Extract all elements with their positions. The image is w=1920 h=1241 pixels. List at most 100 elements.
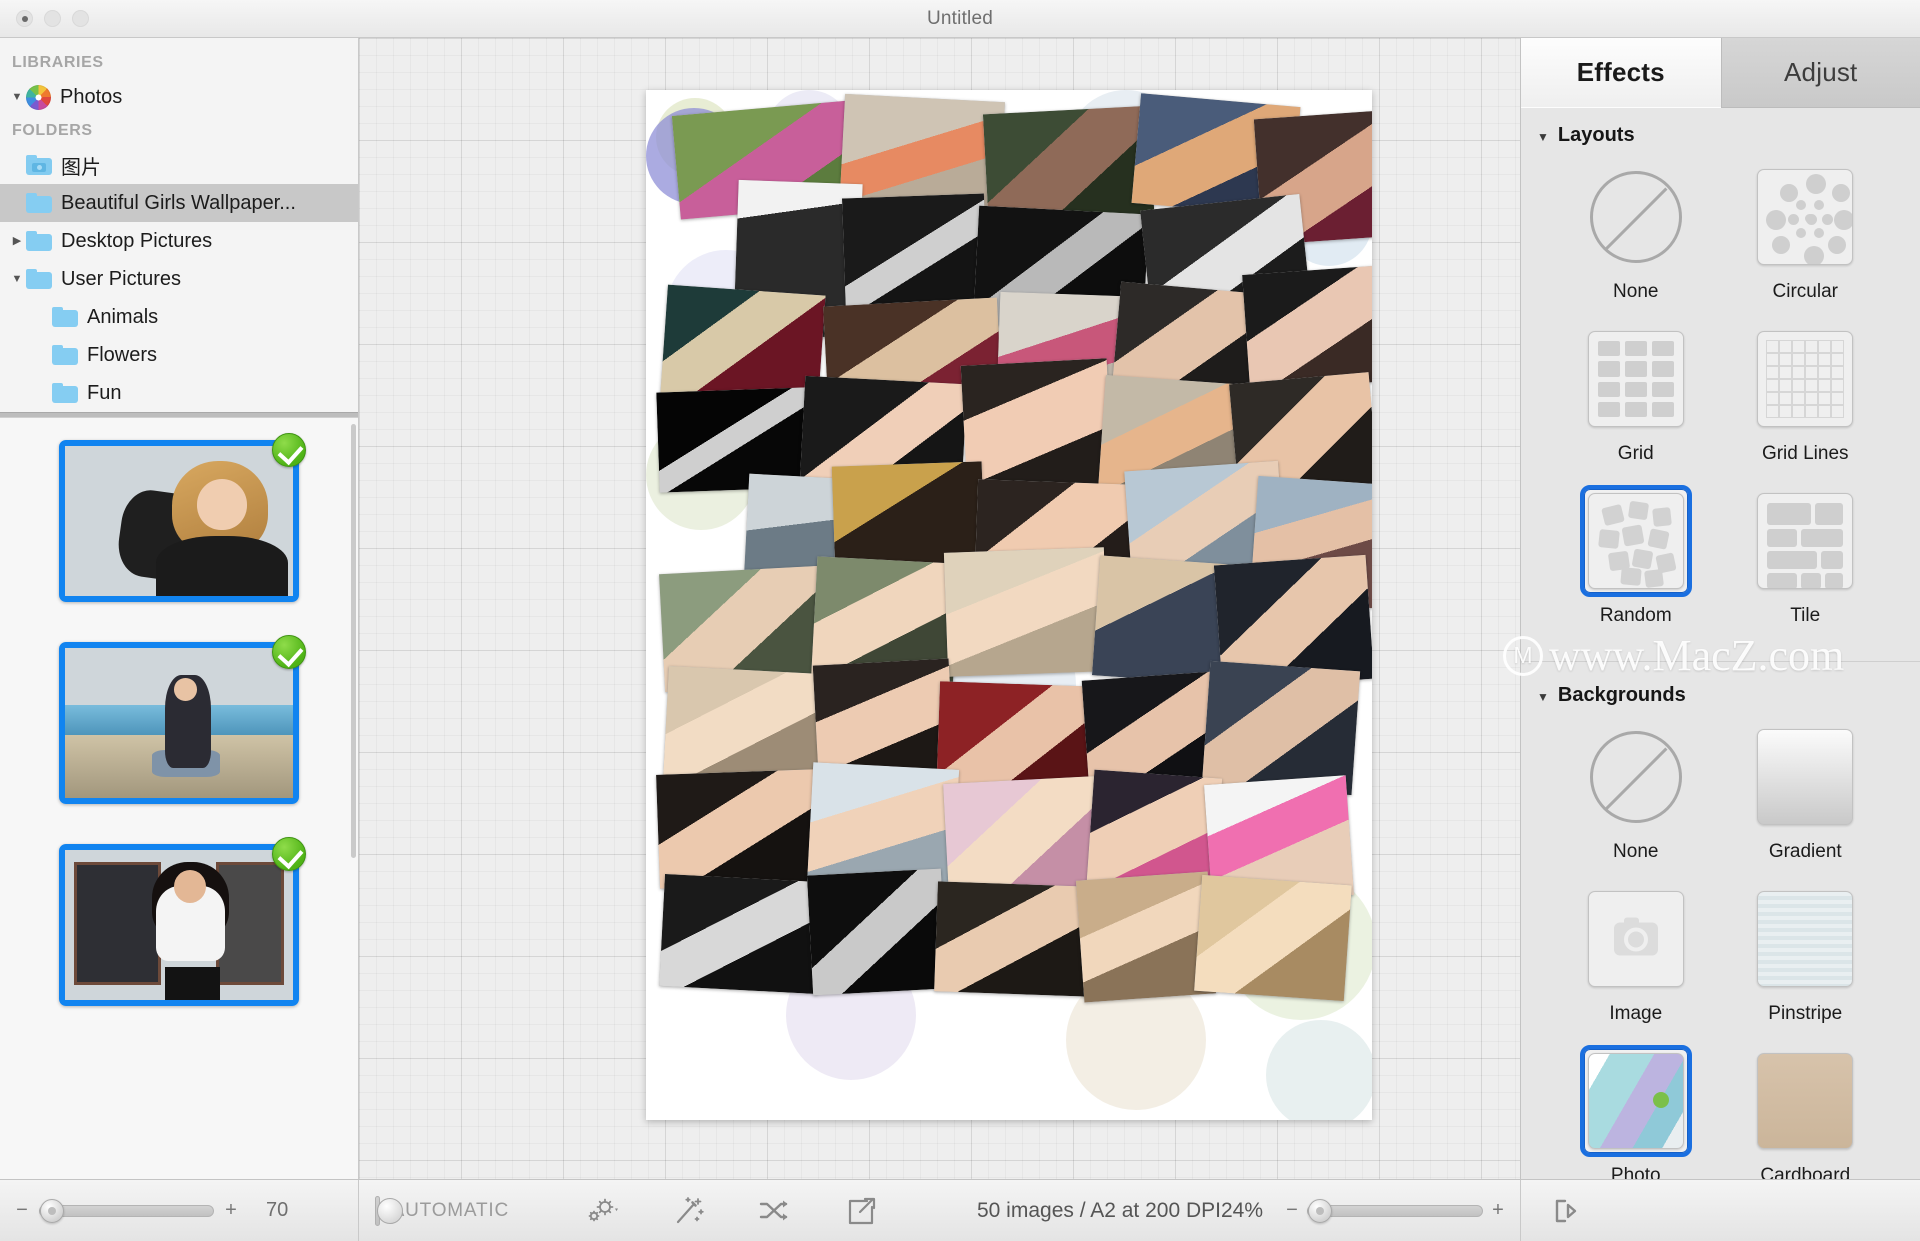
settings-gear-icon[interactable]: [583, 1194, 623, 1228]
group-header-backgrounds[interactable]: Backgrounds: [1521, 661, 1920, 711]
layout-option-circular[interactable]: Circular: [1721, 161, 1891, 319]
selected-check-icon: [272, 433, 306, 467]
selected-check-icon: [272, 837, 306, 871]
slider-knob[interactable]: [1308, 1199, 1332, 1223]
sidebar-item-label: Flowers: [87, 344, 157, 367]
decrease-thumb-size-button[interactable]: −: [16, 1199, 28, 1222]
background-option-pinstripe[interactable]: Pinstripe: [1721, 883, 1891, 1041]
collage-photo-tile[interactable]: [663, 666, 827, 784]
thumbnail-size-controls: − + 70: [0, 1180, 359, 1241]
chevron-down-icon[interactable]: [1537, 684, 1549, 707]
folder-icon: [26, 269, 52, 289]
collage-background-blob: [1266, 1020, 1372, 1120]
slider-knob[interactable]: [40, 1199, 64, 1223]
image-swatch-icon: [1588, 891, 1684, 987]
zoom-slider[interactable]: [1307, 1205, 1483, 1217]
sidebar-item-label: Beautiful Girls Wallpaper...: [61, 192, 296, 215]
background-option-photo[interactable]: Photo: [1551, 1045, 1721, 1179]
share-export-icon[interactable]: [841, 1194, 881, 1228]
canvas-area[interactable]: [359, 38, 1520, 1179]
folder-icon: [52, 307, 78, 327]
none-circle-icon: [1590, 171, 1682, 263]
thumbnail-item-1[interactable]: [0, 440, 358, 602]
collage-page[interactable]: [646, 90, 1372, 1120]
option-label: Grid: [1618, 443, 1654, 465]
disclosure-triangle-icon[interactable]: [8, 236, 26, 247]
collage-photo-tile[interactable]: [961, 358, 1114, 495]
collage-photo-tile[interactable]: [656, 769, 820, 889]
sidebar-item-animals[interactable]: Animals: [0, 298, 358, 336]
disclosure-triangle-icon[interactable]: [8, 92, 26, 103]
collage-photo-tile[interactable]: [807, 869, 947, 996]
tile-layout-icon: [1757, 493, 1853, 589]
option-label: Photo: [1611, 1165, 1661, 1179]
collage-photo-tile[interactable]: [934, 881, 1092, 996]
folder-icon: [26, 231, 52, 251]
zoom-in-button[interactable]: +: [1492, 1199, 1504, 1222]
sidebar-item-pictures-cn[interactable]: 图片: [0, 146, 358, 184]
group-title: Layouts: [1558, 124, 1635, 147]
tab-effects[interactable]: Effects: [1521, 38, 1721, 108]
chevron-down-icon[interactable]: [1537, 124, 1549, 147]
camera-folder-icon: [26, 155, 52, 175]
layout-option-tile[interactable]: Tile: [1721, 485, 1891, 643]
grid-lines-layout-icon: [1757, 331, 1853, 427]
photos-library-icon: [26, 85, 51, 110]
collage-photo-tile[interactable]: [944, 547, 1108, 677]
option-label: None: [1613, 841, 1658, 863]
layout-option-random[interactable]: Random: [1551, 485, 1721, 643]
shuffle-icon[interactable]: [755, 1194, 795, 1228]
background-option-cardboard[interactable]: Cardboard: [1721, 1045, 1891, 1179]
collage-photo-tile[interactable]: [842, 194, 988, 317]
collage-photo-tile[interactable]: [660, 285, 825, 404]
tab-adjust[interactable]: Adjust: [1721, 38, 1920, 108]
disclosure-triangle-icon[interactable]: [8, 274, 26, 285]
magic-wand-icon[interactable]: [669, 1194, 709, 1228]
inspector-scroll[interactable]: Layouts None Circular Grid: [1521, 108, 1920, 1179]
sidebar-item-user-pictures[interactable]: User Pictures: [0, 260, 358, 298]
zoom-out-button[interactable]: −: [1286, 1199, 1298, 1222]
background-option-gradient[interactable]: Gradient: [1721, 721, 1891, 879]
sidebar-item-flowers[interactable]: Flowers: [0, 336, 358, 374]
thumbnail-size-value: 70: [266, 1199, 288, 1222]
sidebar-item-label: Fun: [87, 382, 121, 405]
status-text: 50 images / A2 at 200 DPI: [977, 1199, 1221, 1223]
inspector-tabs: Effects Adjust: [1521, 38, 1920, 108]
sidebar-item-photos[interactable]: Photos: [0, 78, 358, 116]
sidebar-item-desktop-pictures[interactable]: Desktop Pictures: [0, 222, 358, 260]
backgrounds-grid: None Gradient Image Pinstripe: [1521, 711, 1920, 1179]
sidebar-item-label: User Pictures: [61, 268, 181, 291]
thumbnail-scrollbar[interactable]: [351, 424, 356, 1173]
background-option-image[interactable]: Image: [1551, 883, 1721, 1041]
sidebar-section-libraries: LIBRARIES: [0, 48, 358, 78]
option-label: Cardboard: [1760, 1165, 1850, 1179]
background-option-none[interactable]: None: [1551, 721, 1721, 879]
sidebar-item-fun[interactable]: Fun: [0, 374, 358, 412]
sidebar-item-label: Animals: [87, 306, 158, 329]
random-layout-icon: [1588, 493, 1684, 589]
thumbnail-item-2[interactable]: [0, 642, 358, 804]
collage-photo-tile[interactable]: [659, 874, 823, 994]
option-label: None: [1613, 281, 1658, 303]
thumbnail-size-slider[interactable]: [39, 1205, 214, 1217]
gradient-swatch-icon: [1757, 729, 1853, 825]
thumbnail-browser[interactable]: [0, 418, 358, 1179]
sidebar-item-beautiful-girls-wallpaper[interactable]: Beautiful Girls Wallpaper...: [0, 184, 358, 222]
option-label: Pinstripe: [1768, 1003, 1842, 1025]
cardboard-swatch-icon: [1757, 1053, 1853, 1149]
thumbnail-item-3[interactable]: [0, 844, 358, 1006]
collage-photo-tile[interactable]: [1194, 875, 1352, 1001]
folder-icon: [52, 345, 78, 365]
group-header-layouts[interactable]: Layouts: [1521, 108, 1920, 151]
layout-option-grid-lines[interactable]: Grid Lines: [1721, 323, 1891, 481]
collage-photo-tile[interactable]: [1242, 265, 1372, 390]
layout-option-none[interactable]: None: [1551, 161, 1721, 319]
inspector-toggle-segment: [1520, 1180, 1920, 1241]
layout-option-grid[interactable]: Grid: [1551, 323, 1721, 481]
photo-swatch-icon: [1588, 1053, 1684, 1149]
canvas-toolbar: AUTOMATIC: [359, 1180, 1520, 1241]
automatic-toggle[interactable]: [375, 1196, 380, 1226]
toggle-inspector-icon[interactable]: [1547, 1194, 1587, 1228]
increase-thumb-size-button[interactable]: +: [225, 1199, 237, 1222]
collage-app-window: Untitled LIBRARIES Photos FOLDERS 图片: [0, 0, 1920, 1241]
